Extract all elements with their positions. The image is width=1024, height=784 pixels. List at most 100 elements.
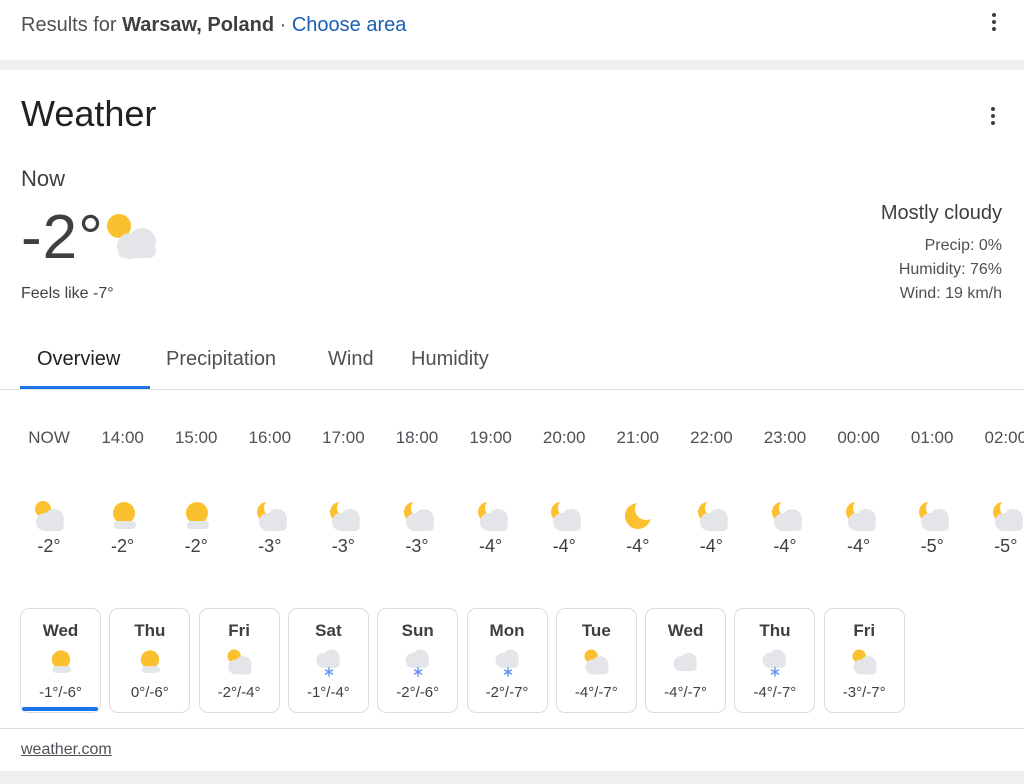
hour-time: NOW [28, 428, 70, 447]
mostly-sunny-icon [179, 498, 215, 534]
hour-temp: -2° [184, 536, 208, 556]
partly-cloudy-night-icon [400, 498, 436, 534]
hour-temp: -4° [699, 536, 723, 556]
day-card[interactable]: Mon -2°/-7° [466, 608, 548, 713]
day-name: Mon [489, 621, 525, 640]
condition-text: Mostly cloudy [880, 202, 1002, 224]
location-line: Results for Warsaw, Poland · Choose area [21, 14, 406, 37]
day-range: -2°/-7° [485, 684, 529, 701]
partly-cloudy-night-icon [989, 498, 1024, 534]
day-range: -4°/-7° [574, 684, 618, 701]
separator-dot: · [279, 14, 287, 36]
hour-temp: -3° [331, 536, 355, 556]
day-card[interactable]: Thu -4°/-7° [734, 608, 816, 713]
hour-time: 01:00 [910, 428, 954, 447]
hour-temp: -4° [626, 536, 650, 556]
wind-stat: Wind: 19 km/h [899, 285, 1002, 302]
partly-cloudy-night-icon [694, 498, 730, 534]
now-label: Now [21, 166, 66, 191]
day-name: Thu [134, 621, 166, 640]
partly-cloudy-day-icon [850, 647, 880, 677]
card-title: Weather [21, 93, 157, 134]
clear-night-icon [621, 498, 657, 534]
day-card[interactable]: Fri -2°/-4° [198, 608, 280, 713]
selected-day-indicator [22, 707, 98, 711]
tab-overview[interactable]: Overview [37, 348, 120, 371]
results-prefix: Results for [21, 14, 117, 36]
footer-divider [0, 728, 1024, 729]
hour-time: 16:00 [248, 428, 292, 447]
day-name: Wed [667, 621, 704, 640]
day-name: Thu [759, 621, 791, 640]
location-name: Warsaw, Poland [122, 14, 275, 36]
day-name: Fri [853, 621, 876, 640]
partly-cloudy-night-icon [768, 498, 804, 534]
hour-time: 17:00 [322, 428, 365, 447]
hour-temp: -4° [478, 536, 503, 556]
day-range: -4°/-7° [664, 684, 708, 701]
partly-cloudy-night-icon [915, 498, 951, 534]
mostly-sunny-icon [46, 647, 76, 677]
tab-precipitation[interactable]: Precipitation [166, 348, 276, 371]
partly-cloudy-night-icon [842, 498, 878, 534]
snow-icon [493, 647, 523, 677]
day-range: -1°/-4° [306, 684, 350, 701]
hour-time: 21:00 [616, 428, 660, 447]
hour-time: 02:00 [984, 428, 1024, 447]
hour-temp: -2° [37, 536, 61, 556]
day-name: Tue [581, 621, 611, 640]
cloudy-icon [671, 647, 701, 677]
hour-time: 00:00 [837, 428, 880, 447]
day-name: Sat [315, 621, 342, 640]
tab-wind[interactable]: Wind [328, 348, 374, 371]
day-range: -2°/-4° [217, 684, 261, 701]
day-card[interactable]: Fri -3°/-7° [823, 608, 905, 713]
mostly-sunny-icon [106, 498, 142, 534]
day-card[interactable]: Wed -4°/-7° [645, 608, 727, 713]
hour-time: 14:00 [101, 428, 144, 447]
current-temperature: -2° [21, 203, 104, 272]
day-card[interactable]: Wed -1°/-6° [20, 608, 101, 713]
day-name: Fri [228, 621, 250, 640]
day-card[interactable]: Sat -1°/-4° [287, 608, 369, 713]
partly-cloudy-day-icon [225, 647, 255, 677]
section-divider [0, 771, 1024, 784]
day-range: 0°/-6° [130, 684, 169, 701]
tabs-divider [0, 389, 1024, 390]
day-card[interactable]: Tue -4°/-7° [555, 608, 637, 713]
hour-temp: -5° [994, 536, 1018, 556]
partly-cloudy-night-icon [547, 498, 583, 534]
hour-time: 20:00 [542, 428, 586, 447]
tab-bar: Overview Precipitation Wind Humidity [0, 340, 1024, 392]
snow-icon [403, 647, 433, 677]
day-range: -3°/-7° [842, 684, 886, 701]
partly-cloudy-day-icon [582, 647, 612, 677]
feels-like: Feels like -7° [21, 285, 114, 302]
day-name: Wed [42, 621, 79, 640]
hour-temp: -4° [773, 536, 797, 556]
hour-time: 23:00 [763, 428, 807, 447]
more-vert-icon[interactable] [984, 10, 1004, 34]
tab-humidity[interactable]: Humidity [411, 348, 489, 371]
day-range: -4°/-7° [753, 684, 797, 701]
hour-temp: -4° [552, 536, 576, 556]
day-card[interactable]: Sun -2°/-6° [377, 608, 459, 713]
snow-icon [760, 647, 790, 677]
hour-temp: -5° [920, 536, 944, 556]
partly-cloudy-night-icon [474, 498, 510, 534]
day-range: -1°/-6° [39, 684, 82, 701]
precip-stat: Precip: 0% [924, 237, 1002, 254]
hour-time: 22:00 [690, 428, 733, 447]
hour-temp: -2° [110, 536, 135, 556]
day-card[interactable]: Thu 0°/-6° [109, 608, 191, 713]
hour-temp: -3° [405, 536, 429, 556]
more-vert-icon[interactable] [983, 104, 1003, 128]
partly-cloudy-day-icon [104, 210, 160, 266]
partly-cloudy-night-icon [326, 498, 362, 534]
hour-temp: -4° [846, 536, 871, 556]
snow-icon [314, 647, 344, 677]
choose-area-link[interactable]: Choose area [292, 14, 407, 36]
partly-cloudy-day-icon [32, 498, 68, 534]
source-link[interactable]: weather.com [21, 741, 112, 759]
hour-time: 15:00 [174, 428, 218, 447]
